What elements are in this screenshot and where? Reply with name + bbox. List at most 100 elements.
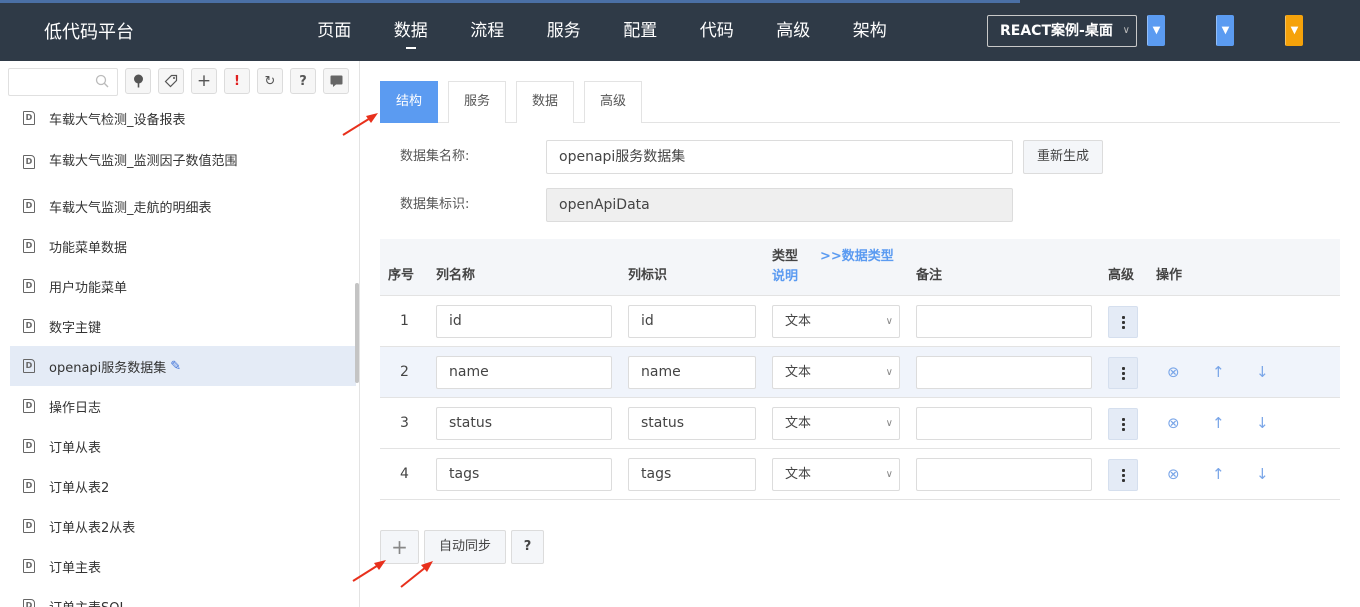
regenerate-button[interactable]: 重新生成 bbox=[1023, 140, 1103, 174]
arrow-up-icon[interactable]: ↑ bbox=[1212, 449, 1225, 500]
list-item[interactable]: D 车载大气检测_设备报表 bbox=[10, 98, 356, 138]
refresh-icon[interactable]: ↻ bbox=[257, 68, 283, 94]
data-type-link[interactable]: >>数据类型 bbox=[820, 249, 894, 265]
list-item-label: 订单主表SQL bbox=[49, 597, 127, 607]
column-id-input[interactable]: status bbox=[628, 407, 756, 440]
document-icon: D bbox=[23, 399, 35, 413]
tag-icon[interactable] bbox=[158, 68, 184, 94]
dataset-id-label: 数据集标识: bbox=[400, 197, 470, 212]
arrow-down-icon[interactable]: ↓ bbox=[1256, 398, 1269, 449]
list-item-label: openapi服务数据集 bbox=[49, 360, 167, 376]
column-note-input[interactable] bbox=[916, 356, 1092, 389]
help-icon[interactable]: ? bbox=[290, 68, 316, 94]
pencil-icon[interactable]: ✎ bbox=[170, 359, 181, 374]
nav-item-config[interactable]: 配置 bbox=[602, 0, 679, 61]
column-name-input[interactable]: status bbox=[436, 407, 612, 440]
column-name-input[interactable]: tags bbox=[436, 458, 612, 491]
column-type-value: 文本 bbox=[785, 416, 812, 431]
list-item[interactable]: D 订单从表 bbox=[10, 426, 356, 466]
column-name-input[interactable]: name bbox=[436, 356, 612, 389]
tab-structure[interactable]: 结构 bbox=[380, 81, 439, 123]
tab-data[interactable]: 数据 bbox=[516, 81, 575, 123]
nav-item-service[interactable]: 服务 bbox=[526, 0, 603, 61]
nav-item-pages[interactable]: 页面 bbox=[296, 0, 373, 61]
list-item[interactable]: D 车载大气监测_监测因子数值范围 bbox=[10, 138, 356, 186]
header-type-desc-link[interactable]: 说明 bbox=[772, 269, 798, 285]
column-type-select[interactable]: 文本 ∨ bbox=[772, 305, 900, 338]
column-note-input[interactable] bbox=[916, 407, 1092, 440]
save-dropdown-icon[interactable]: ▼ bbox=[1147, 15, 1165, 46]
sidebar-search-input[interactable] bbox=[8, 68, 118, 96]
row-number: 3 bbox=[400, 415, 409, 431]
list-item[interactable]: D 订单主表 bbox=[10, 546, 356, 586]
delete-circle-icon[interactable]: ⊗ bbox=[1167, 398, 1180, 449]
document-icon: D bbox=[23, 559, 35, 573]
main-panel: 结构 服务 数据 高级 数据集名称: openapi服务数据集 重新生成 数据集… bbox=[361, 61, 1360, 607]
dataset-id-input: openApiData bbox=[546, 188, 1013, 222]
list-item-label: 车载大气监测_监测因子数值范围 bbox=[49, 154, 238, 169]
column-type-select[interactable]: 文本 ∨ bbox=[772, 458, 900, 491]
preview-dropdown-icon[interactable]: ▼ bbox=[1216, 15, 1234, 46]
comment-icon[interactable] bbox=[323, 68, 349, 94]
document-icon: D bbox=[23, 319, 35, 333]
list-item-label: 功能菜单数据 bbox=[49, 240, 128, 256]
more-vertical-icon[interactable] bbox=[1108, 459, 1138, 491]
arrow-up-icon[interactable]: ↑ bbox=[1212, 347, 1225, 398]
header-no: 序号 bbox=[388, 268, 415, 283]
list-item[interactable]: D 功能菜单数据 bbox=[10, 226, 356, 266]
nav-item-advanced[interactable]: 高级 bbox=[755, 0, 832, 61]
arrow-down-icon[interactable]: ↓ bbox=[1256, 449, 1269, 500]
publish-dropdown-icon[interactable]: ▼ bbox=[1285, 15, 1303, 46]
preview-split-button: 预览 ▼ bbox=[1216, 15, 1234, 46]
table-header: 序号 列名称 列标识 类型 说明 >>数据类型 备注 高级 操作 bbox=[380, 239, 1340, 296]
nav-item-architecture[interactable]: 架构 bbox=[832, 0, 909, 61]
list-item[interactable]: D 订单从表2 bbox=[10, 466, 356, 506]
list-item-label: 车载大气监测_走航的明细表 bbox=[49, 200, 212, 216]
arrow-down-icon[interactable]: ↓ bbox=[1256, 347, 1269, 398]
list-item[interactable]: D 用户功能菜单 bbox=[10, 266, 356, 306]
column-id-input[interactable]: name bbox=[628, 356, 756, 389]
column-type-select[interactable]: 文本 ∨ bbox=[772, 407, 900, 440]
tab-advanced[interactable]: 高级 bbox=[584, 81, 643, 123]
list-item[interactable]: D 操作日志 bbox=[10, 386, 356, 426]
add-icon[interactable]: + bbox=[191, 68, 217, 94]
row-number: 2 bbox=[400, 364, 409, 380]
more-vertical-icon[interactable] bbox=[1108, 357, 1138, 389]
main-nav: 页面 数据 流程 服务 配置 代码 高级 架构 bbox=[296, 0, 908, 61]
list-item-selected[interactable]: Dopenapi服务数据集 ✎ bbox=[10, 346, 356, 386]
more-vertical-icon[interactable] bbox=[1108, 408, 1138, 440]
nav-item-data[interactable]: 数据 bbox=[373, 0, 450, 61]
chevron-down-icon: ∨ bbox=[885, 418, 893, 429]
dataset-name-label: 数据集名称: bbox=[400, 149, 470, 164]
list-item[interactable]: D 数字主键 bbox=[10, 306, 356, 346]
column-name-input[interactable]: id bbox=[436, 305, 612, 338]
nav-item-flow[interactable]: 流程 bbox=[449, 0, 526, 61]
delete-circle-icon[interactable]: ⊗ bbox=[1167, 449, 1180, 500]
list-item[interactable]: D 订单主表SQL bbox=[10, 586, 356, 607]
document-icon: D bbox=[23, 519, 35, 533]
app-select[interactable]: REACT案例-桌面 ∨ bbox=[987, 15, 1137, 47]
search-icon bbox=[95, 74, 109, 88]
tab-service[interactable]: 服务 bbox=[448, 81, 507, 123]
more-vertical-icon[interactable] bbox=[1108, 306, 1138, 338]
column-id-input[interactable]: id bbox=[628, 305, 756, 338]
document-icon: D bbox=[23, 279, 35, 293]
list-item-label: 订单从表2 bbox=[49, 480, 110, 496]
header-col-id: 列标识 bbox=[628, 268, 668, 283]
list-item-label: 订单从表2从表 bbox=[49, 520, 136, 536]
delete-circle-icon[interactable]: ⊗ bbox=[1167, 347, 1180, 398]
sidebar-scrollbar[interactable] bbox=[355, 283, 359, 383]
list-item[interactable]: D 车载大气监测_走航的明细表 bbox=[10, 186, 356, 226]
column-note-input[interactable] bbox=[916, 458, 1092, 491]
nav-item-code[interactable]: 代码 bbox=[679, 0, 756, 61]
column-id-input[interactable]: tags bbox=[628, 458, 756, 491]
help-button[interactable]: ? bbox=[511, 530, 544, 564]
tree-icon[interactable] bbox=[125, 68, 151, 94]
arrow-up-icon[interactable]: ↑ bbox=[1212, 398, 1225, 449]
dataset-name-input[interactable]: openapi服务数据集 bbox=[546, 140, 1013, 174]
sidebar: + ! ↻ ? D 车载大气检测_设备报表 D 车载大气监测_监测因子数值范围 D车… bbox=[0, 61, 360, 607]
column-note-input[interactable] bbox=[916, 305, 1092, 338]
column-type-select[interactable]: 文本 ∨ bbox=[772, 356, 900, 389]
list-item[interactable]: D 订单从表2从表 bbox=[10, 506, 356, 546]
warning-icon[interactable]: ! bbox=[224, 68, 250, 94]
